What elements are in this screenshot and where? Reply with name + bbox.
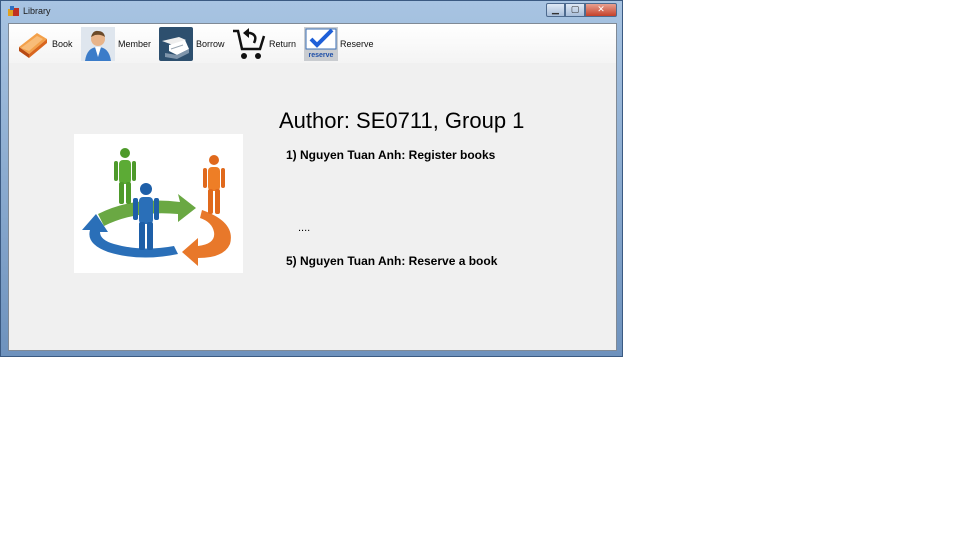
client-area: Book Member Borrow Return reserve Reserv…: [8, 23, 617, 351]
window-title: Library: [23, 6, 51, 16]
reserve-button-label: Reserve: [340, 39, 374, 49]
member-line-1: 1) Nguyen Tuan Anh: Register books: [286, 148, 496, 162]
cart-return-icon: [233, 28, 266, 59]
toolbar: Book Member Borrow Return reserve Reserv…: [9, 24, 616, 63]
close-button[interactable]: ✕: [585, 3, 617, 17]
book-button-label: Book: [52, 39, 73, 49]
reserve-icon-text: reserve: [309, 52, 334, 59]
ellipsis-line: ....: [298, 222, 311, 234]
borrow-button[interactable]: Borrow: [159, 26, 227, 61]
title-bar[interactable]: Library ▁ ▢ ✕: [1, 1, 622, 23]
member-icon: [81, 27, 115, 61]
borrow-icon: [159, 27, 193, 61]
maximize-icon: ▢: [570, 5, 580, 15]
book-icon: [19, 33, 47, 58]
reserve-icon: reserve: [304, 27, 338, 61]
member-button-label: Member: [118, 39, 152, 49]
team-illustration: [74, 134, 243, 273]
return-button-label: Return: [269, 39, 297, 49]
book-button[interactable]: Book: [15, 26, 77, 61]
borrow-button-label: Borrow: [196, 39, 225, 49]
team-cycle-image: [82, 148, 231, 266]
member-button[interactable]: Member: [81, 26, 153, 61]
member-line-5: 5) Nguyen Tuan Anh: Reserve a book: [286, 254, 498, 268]
reserve-button[interactable]: reserve Reserve: [304, 26, 374, 61]
app-icon: [8, 6, 19, 16]
minimize-button[interactable]: ▁: [546, 3, 565, 17]
author-heading: Author: SE0711, Group 1: [279, 108, 525, 133]
return-button[interactable]: Return: [232, 26, 300, 61]
library-window: Library ▁ ▢ ✕ Book Member Borrow Return …: [0, 0, 623, 357]
close-icon: ✕: [597, 5, 605, 15]
maximize-button[interactable]: ▢: [565, 3, 585, 17]
minimize-icon: ▁: [552, 5, 559, 15]
